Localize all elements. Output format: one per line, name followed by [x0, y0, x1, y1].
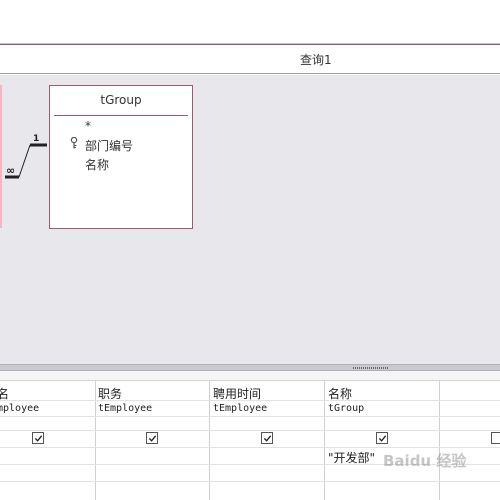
grid-field-cell[interactable]: 职务	[98, 385, 122, 402]
column-divider	[209, 381, 210, 500]
grid-table-cell[interactable]: tEmployee	[98, 403, 152, 414]
watermark-logo: Baidu 经验	[383, 452, 467, 470]
grid-table-cell[interactable]: mployee	[0, 403, 39, 414]
criteria-cell[interactable]: "开发部"	[328, 449, 375, 466]
show-checkbox[interactable]	[376, 432, 388, 444]
table-title-divider	[54, 115, 188, 116]
column-divider	[95, 381, 96, 500]
show-checkbox[interactable]	[491, 432, 500, 444]
field-all[interactable]: *	[85, 119, 91, 133]
field-department-id[interactable]: 部门编号	[85, 137, 133, 154]
query-design-grid: 名 mployee 职务 tEmployee 聘用时间 tEmployee 名称…	[0, 371, 500, 500]
one-side-label: 1	[33, 134, 39, 144]
show-checkbox[interactable]	[32, 432, 44, 444]
primary-key-icon	[70, 137, 78, 149]
window-top-area	[0, 0, 500, 43]
table-field-list-tgroup[interactable]: tGroup * 部门编号 名称	[49, 85, 193, 229]
splitter-grip[interactable]	[353, 367, 389, 369]
grid-table-cell[interactable]: tEmployee	[213, 403, 267, 414]
grid-table-cell[interactable]: tGroup	[328, 403, 364, 414]
grid-field-cell[interactable]: 名称	[328, 385, 352, 402]
row-divider	[0, 416, 500, 417]
table-name[interactable]: tGroup	[50, 86, 192, 114]
show-checkbox[interactable]	[261, 432, 273, 444]
column-divider	[439, 381, 440, 500]
query-tab-title[interactable]: 查询1	[300, 51, 332, 68]
grid-selector-row[interactable]	[0, 371, 500, 381]
show-checkbox[interactable]	[146, 432, 158, 444]
row-divider	[0, 447, 500, 448]
relationship-line[interactable]: 1 ∞	[0, 75, 60, 195]
row-divider	[0, 430, 500, 431]
many-side-label: ∞	[6, 164, 15, 177]
query-tab-strip: 查询1	[0, 44, 500, 74]
grid-field-cell[interactable]: 名	[0, 385, 9, 402]
column-divider	[324, 381, 325, 500]
tab-accent-line	[0, 44, 500, 45]
pane-splitter[interactable]	[0, 364, 500, 371]
grid-field-cell[interactable]: 聘用时间	[213, 385, 261, 402]
row-divider	[0, 481, 500, 482]
field-name[interactable]: 名称	[85, 156, 109, 173]
query-design-area[interactable]: tGroup * 部门编号 名称	[0, 75, 500, 364]
